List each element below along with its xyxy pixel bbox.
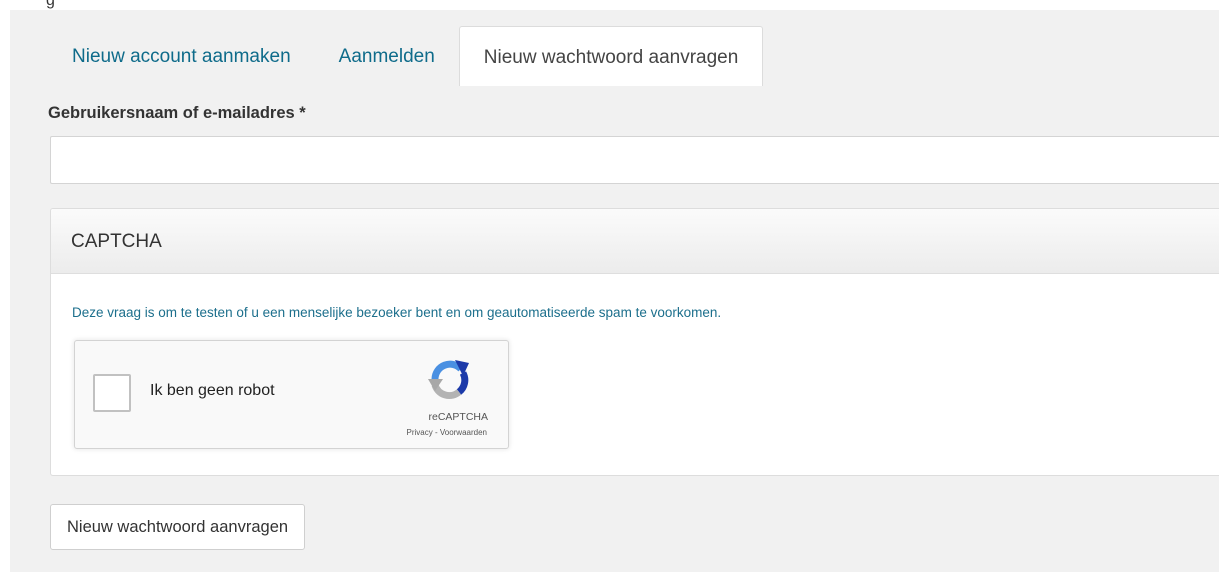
recaptcha-logo-icon bbox=[428, 360, 469, 399]
recaptcha-checkbox[interactable] bbox=[93, 374, 131, 412]
recaptcha-link-separator: - bbox=[432, 428, 440, 437]
recaptcha-privacy-link[interactable]: Privacy bbox=[407, 428, 433, 437]
recaptcha-links: Privacy - Voorwaarden bbox=[407, 428, 488, 437]
captcha-description: Deze vraag is om te testen of u een mens… bbox=[72, 305, 722, 320]
captcha-fieldset: CAPTCHA Deze vraag is om te testen of u … bbox=[50, 208, 1219, 476]
tab-login[interactable]: Aanmelden bbox=[315, 26, 459, 86]
username-input[interactable] bbox=[50, 136, 1219, 184]
account-tabs: Nieuw account aanmaken Aanmelden Nieuw w… bbox=[48, 26, 764, 86]
recaptcha-checkbox-label: Ik ben geen robot bbox=[150, 382, 275, 399]
password-request-panel: Nieuw account aanmaken Aanmelden Nieuw w… bbox=[10, 10, 1219, 572]
recaptcha-widget: Ik ben geen robot reCAPTCHA Privacy - Vo… bbox=[74, 340, 509, 449]
recaptcha-brand: reCAPTCHA bbox=[428, 411, 488, 423]
partial-top-text: g bbox=[46, 0, 55, 9]
username-label: Gebruikersnaam of e-mailadres * bbox=[48, 104, 306, 122]
request-password-button[interactable]: Nieuw wachtwoord aanvragen bbox=[50, 504, 306, 550]
tab-create-account[interactable]: Nieuw account aanmaken bbox=[48, 26, 315, 86]
captcha-title: CAPTCHA bbox=[51, 209, 1219, 274]
recaptcha-terms-link[interactable]: Voorwaarden bbox=[440, 428, 487, 437]
tab-request-password[interactable]: Nieuw wachtwoord aanvragen bbox=[458, 26, 764, 86]
